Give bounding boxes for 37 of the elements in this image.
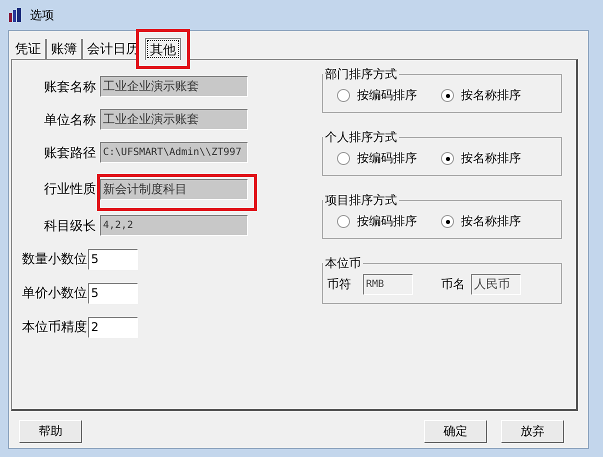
tab[interactable]: 凭证 <box>11 39 47 59</box>
input-field[interactable]: 工业企业演示账套 <box>100 109 248 130</box>
window-title: 选项 <box>30 6 54 24</box>
field-label: 数量小数位 <box>22 251 86 268</box>
field-label: 科目级长 <box>43 218 96 234</box>
field-label: 行业性质 <box>43 181 96 198</box>
dialog-button[interactable]: 放弃 <box>501 420 564 443</box>
input-field[interactable]: 新会计制度科目 <box>100 178 248 200</box>
input-field[interactable]: RMB <box>363 274 413 295</box>
books-icon <box>8 7 24 23</box>
field-label: 本位币精度 <box>22 319 86 336</box>
radio-option[interactable]: 按编码排序 <box>337 87 417 104</box>
input-field[interactable]: 人民币 <box>471 274 521 295</box>
field-label: 账套名称 <box>43 78 96 96</box>
group-title: 个人排序方式 <box>324 129 398 146</box>
group-title: 部门排序方式 <box>324 66 398 83</box>
input-field[interactable]: C:\UFSMART\Admin\\ZT997 <box>100 142 248 163</box>
radio-option[interactable]: 按名称排序 <box>441 150 521 167</box>
help-button[interactable]: 帮助 <box>19 420 82 443</box>
input-field[interactable]: 5 <box>88 248 138 270</box>
input-field[interactable]: 2 <box>88 316 138 338</box>
input-field[interactable]: 4,2,2 <box>100 215 248 236</box>
field-label: 账套路径 <box>43 144 96 162</box>
radio-option[interactable]: 按名称排序 <box>441 87 521 104</box>
field-label: 单位名称 <box>43 112 96 128</box>
radio-option[interactable]: 按名称排序 <box>441 213 521 230</box>
radio-option[interactable]: 按编码排序 <box>337 150 417 167</box>
tab[interactable]: 账簿 <box>47 39 83 59</box>
input-field[interactable]: 工业企业演示账套 <box>100 76 248 97</box>
radio-option[interactable]: 按编码排序 <box>337 213 417 230</box>
field-label: 币符 <box>327 276 351 293</box>
input-field[interactable]: 5 <box>88 282 138 304</box>
group-title: 本位币 <box>324 255 362 272</box>
group-title: 项目排序方式 <box>324 192 398 209</box>
dialog-button[interactable]: 确定 <box>424 420 487 443</box>
field-label: 单价小数位 <box>22 285 86 302</box>
field-label: 币名 <box>441 276 465 293</box>
